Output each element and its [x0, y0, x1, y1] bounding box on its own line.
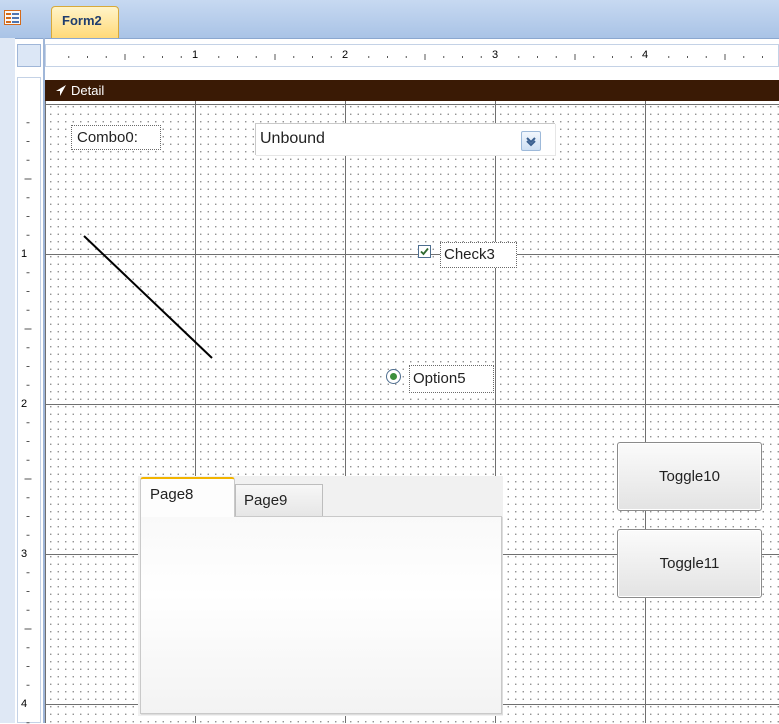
ruler-number: 1 [192, 49, 199, 61]
form-selector[interactable] [17, 44, 41, 67]
toggle11-label: Toggle11 [659, 555, 720, 572]
option5-radio[interactable] [386, 369, 401, 384]
ruler-number: 2 [21, 398, 28, 410]
combo-value: Unbound [260, 130, 325, 147]
toggle10-label: Toggle10 [659, 468, 720, 485]
toggle10-button[interactable]: Toggle10 [617, 442, 762, 511]
form-tab-title: Form2 [62, 13, 102, 28]
ruler-number: 3 [21, 548, 28, 560]
chevron-down-icon[interactable] [521, 131, 541, 151]
ruler-number: 3 [492, 49, 499, 61]
form-view-icon[interactable] [4, 10, 21, 25]
tab-page-body[interactable] [140, 516, 502, 714]
option5-label-text: Option5 [413, 370, 466, 387]
check3-checkbox[interactable] [418, 245, 431, 258]
tab-page9-label: Page9 [244, 492, 288, 509]
tab-page8-label: Page8 [150, 486, 194, 503]
toggle11-button[interactable]: Toggle11 [617, 529, 762, 598]
left-frame [0, 38, 15, 723]
vertical-ruler[interactable]: 1 2 3 4 [17, 77, 41, 724]
combo-label-text: Combo0: [77, 129, 138, 146]
horizontal-ruler[interactable]: 1 2 3 4 [45, 44, 779, 67]
form2-document-tab[interactable]: Form2 [51, 6, 119, 38]
combo-label[interactable]: Combo0: [71, 125, 161, 150]
ruler-number: 4 [642, 49, 649, 61]
check3-label[interactable]: Check3 [440, 242, 517, 268]
section-label: Detail [71, 83, 105, 98]
check3-label-text: Check3 [444, 246, 495, 263]
ruler-number: 2 [342, 49, 349, 61]
tab-page9[interactable]: Page9 [235, 484, 323, 516]
combo-box[interactable]: Unbound [255, 123, 555, 155]
option5-label[interactable]: Option5 [409, 365, 494, 393]
ruler-number: 4 [21, 698, 28, 710]
section-arrow-icon [55, 84, 67, 97]
detail-section-bar[interactable]: Detail [45, 80, 779, 101]
tab-page8[interactable]: Page8 [140, 477, 235, 517]
ruler-number: 1 [21, 248, 28, 260]
